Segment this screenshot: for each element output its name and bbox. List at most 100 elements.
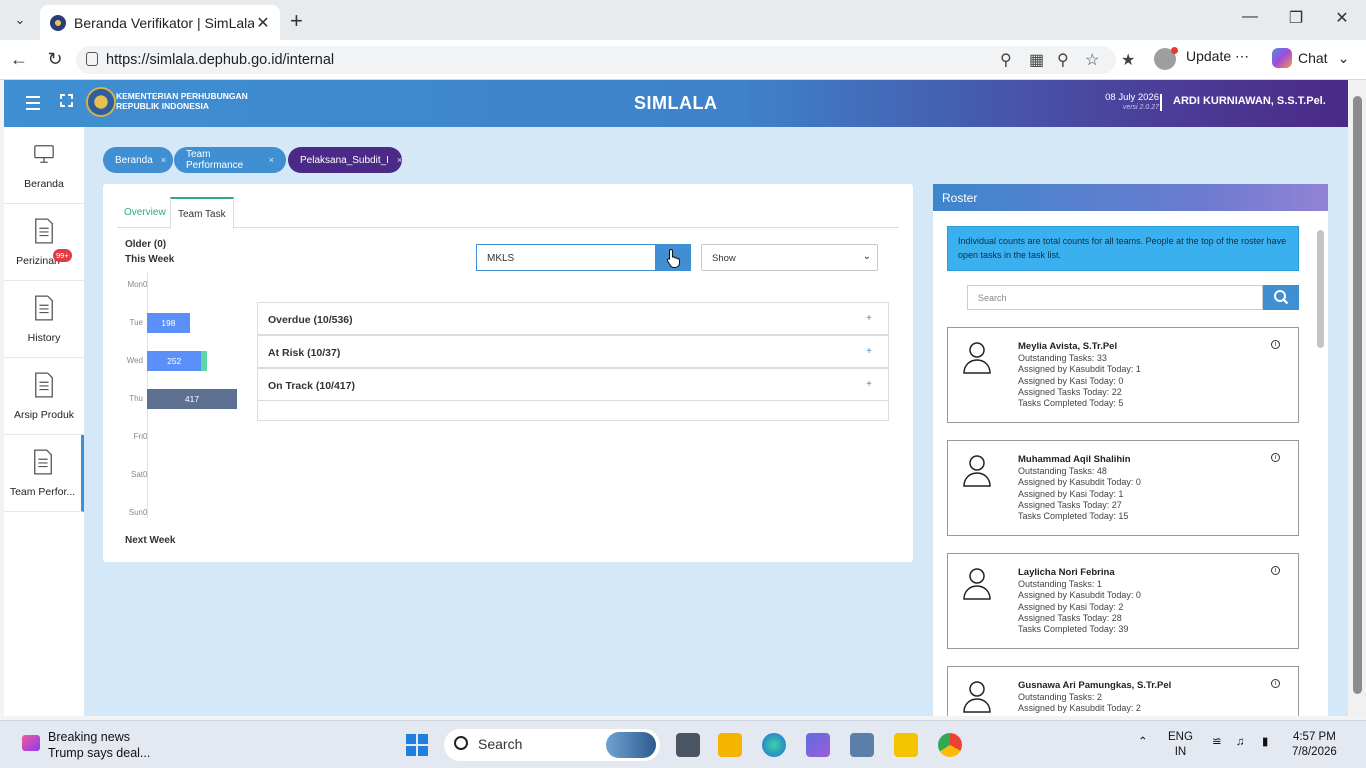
info-icon[interactable]: i xyxy=(1271,679,1280,688)
app-icon[interactable] xyxy=(806,733,830,757)
info-icon[interactable]: i xyxy=(1271,453,1280,462)
roster-person-card[interactable]: Laylicha Nori Febrina Outstanding Tasks: … xyxy=(947,553,1299,649)
taskbar-search[interactable]: Search xyxy=(444,729,660,761)
sidebar-item-team-performance[interactable]: Team Perfor... xyxy=(4,435,84,512)
copilot-icon xyxy=(1272,48,1292,68)
browser-tab[interactable]: Beranda Verifikator | SimLala ✕ xyxy=(40,5,280,40)
windows-start-icon[interactable] xyxy=(405,733,429,757)
day-label-wed: Wed xyxy=(126,356,143,365)
update-button[interactable]: Update ⋯ xyxy=(1186,48,1249,65)
wifi-icon[interactable]: ≌ xyxy=(1212,735,1222,750)
roster-person-card[interactable]: Meylia Avista, S.Tr.Pel Outstanding Tasks… xyxy=(947,327,1299,423)
reload-icon[interactable]: ↻ xyxy=(44,49,66,70)
notification-badge: 99+ xyxy=(53,249,72,262)
sidebar-item-history[interactable]: History xyxy=(4,281,84,358)
roster-scrollbar[interactable] xyxy=(1317,217,1325,716)
bar-value-label: 0 xyxy=(143,470,148,479)
breadcrumb-chip-team-performance[interactable]: Team Performance × xyxy=(174,147,286,173)
clock[interactable]: 4:57 PM 7/8/2026 xyxy=(1292,730,1337,760)
task-filter-input[interactable]: MKLS xyxy=(476,244,656,271)
section-label: At Risk (10/37) xyxy=(268,347,341,359)
copilot-chat-button[interactable]: Chat ⌄ xyxy=(1272,48,1349,68)
fullscreen-icon[interactable] xyxy=(60,94,73,107)
tab-overview[interactable]: Overview xyxy=(117,197,173,228)
day-label-mon: Mon xyxy=(127,280,143,289)
sidebar-item-perizinan[interactable]: Perizinan 99+ xyxy=(4,204,84,281)
volume-icon[interactable]: ♫ xyxy=(1236,735,1245,750)
url-field[interactable]: https://simlala.dephub.go.id/internal xyxy=(76,46,1116,74)
section-label: Overdue (10/536) xyxy=(268,314,353,326)
tab-list-chevron-icon[interactable]: ⌄ xyxy=(8,8,32,32)
chrome-icon[interactable] xyxy=(938,733,962,757)
roster-person-card[interactable]: Muhammad Aqil Shalihin Outstanding Tasks:… xyxy=(947,440,1299,536)
chat-label: Chat xyxy=(1298,50,1328,66)
clock-time: 4:57 PM xyxy=(1292,731,1336,743)
zoom-icon[interactable]: ⚲ xyxy=(1057,50,1069,70)
user-name[interactable]: ARDI KURNIAWAN, S.S.T.Pel. xyxy=(1173,95,1326,107)
sidebar-item-arsip-produk[interactable]: Arsip Produk xyxy=(4,358,84,435)
window-close-icon[interactable]: ✕ xyxy=(1330,8,1354,28)
roster-info-alert: Individual counts are total counts for a… xyxy=(947,226,1299,271)
keyboard-layout: IN xyxy=(1174,746,1187,758)
favorite-star-icon[interactable]: ☆ xyxy=(1085,50,1099,70)
apps-icon[interactable]: ▦ xyxy=(1029,50,1044,70)
edge-browser-icon[interactable] xyxy=(762,733,786,757)
new-tab-plus-icon[interactable]: + xyxy=(290,8,303,34)
scroll-thumb[interactable] xyxy=(1317,230,1324,348)
person-stat: Assigned by Kasubdit Today: 0 xyxy=(1018,590,1141,601)
tab-team-task[interactable]: Team Task xyxy=(170,197,234,229)
section-on-track[interactable]: On Track (10/417) + xyxy=(257,368,889,401)
hamburger-menu-icon[interactable] xyxy=(26,96,40,114)
search-placeholder: Search xyxy=(978,293,1007,303)
minimize-icon[interactable]: — xyxy=(1238,8,1262,26)
roster-search-input[interactable]: Search xyxy=(967,285,1263,310)
expand-plus-icon[interactable]: + xyxy=(866,313,872,324)
breadcrumb-chip-beranda[interactable]: Beranda × xyxy=(103,147,173,173)
person-name: Laylicha Nori Febrina xyxy=(1018,567,1115,578)
info-icon[interactable]: i xyxy=(1271,340,1280,349)
site-info-icon[interactable] xyxy=(86,52,98,66)
breadcrumb-chip-pelaksana[interactable]: Pelaksana_Subdit_I × xyxy=(288,147,402,173)
roster-search-button[interactable] xyxy=(1263,285,1299,310)
back-arrow-icon[interactable]: ← xyxy=(8,49,30,70)
page-scrollbar[interactable] xyxy=(1349,80,1366,716)
bar-wed-series-1[interactable] xyxy=(201,351,208,371)
section-at-risk[interactable]: At Risk (10/37) + xyxy=(257,335,889,368)
sidebar-item-beranda[interactable]: Beranda xyxy=(4,127,84,204)
site-favicon-icon xyxy=(50,14,66,31)
bar-value-label: 0 xyxy=(143,432,148,441)
expand-plus-icon[interactable]: + xyxy=(866,346,872,357)
bar-tue-series-0[interactable]: 198 xyxy=(147,313,190,333)
bar-wed-series-0[interactable]: 252 xyxy=(147,351,202,371)
task-view-icon[interactable] xyxy=(676,733,700,757)
person-stat: Assigned Tasks Today: 27 xyxy=(1018,499,1122,510)
section-overdue[interactable]: Overdue (10/536) + xyxy=(257,302,889,335)
card-tabs: Overview Team Task xyxy=(117,197,899,229)
close-icon[interactable]: × xyxy=(269,155,274,165)
hand-cursor-icon xyxy=(666,248,680,268)
scroll-thumb[interactable] xyxy=(1353,96,1362,694)
expand-plus-icon[interactable]: + xyxy=(866,379,872,390)
close-icon[interactable]: × xyxy=(161,155,166,165)
bar-thu-series-2[interactable]: 417 xyxy=(147,389,237,409)
person-stat: Assigned by Kasi Today: 2 xyxy=(1018,601,1124,612)
tab-close-icon[interactable]: ✕ xyxy=(254,13,272,33)
roster-person-card[interactable]: Gusnawa Ari Pamungkas, S.Tr.Pel Outstandi… xyxy=(947,666,1299,716)
news-widget[interactable]: Breaking news Trump says deal... xyxy=(48,729,150,761)
search-icon xyxy=(454,736,468,750)
language-indicator[interactable]: ENG IN xyxy=(1168,730,1193,760)
favorites-icon[interactable]: ★ xyxy=(1121,50,1135,70)
header-divider xyxy=(1160,94,1162,111)
close-icon[interactable]: × xyxy=(397,155,402,165)
tray-chevron-up-icon[interactable]: ⌃ xyxy=(1138,735,1148,750)
header-date: 08 July 2026 xyxy=(1105,92,1159,103)
battery-icon[interactable]: ▮ xyxy=(1262,735,1268,750)
key-icon[interactable]: ⚲ xyxy=(1000,50,1012,70)
sticky-notes-icon[interactable] xyxy=(894,733,918,757)
ministry-name: KEMENTERIAN PERHUBUNGAN REPUBLIK INDONES… xyxy=(116,91,248,111)
show-select[interactable]: Show ⌄ xyxy=(701,244,878,271)
restore-icon[interactable]: ❐ xyxy=(1284,8,1308,28)
info-icon[interactable]: i xyxy=(1271,566,1280,575)
camera-app-icon[interactable] xyxy=(850,733,874,757)
file-explorer-icon[interactable] xyxy=(718,733,742,757)
